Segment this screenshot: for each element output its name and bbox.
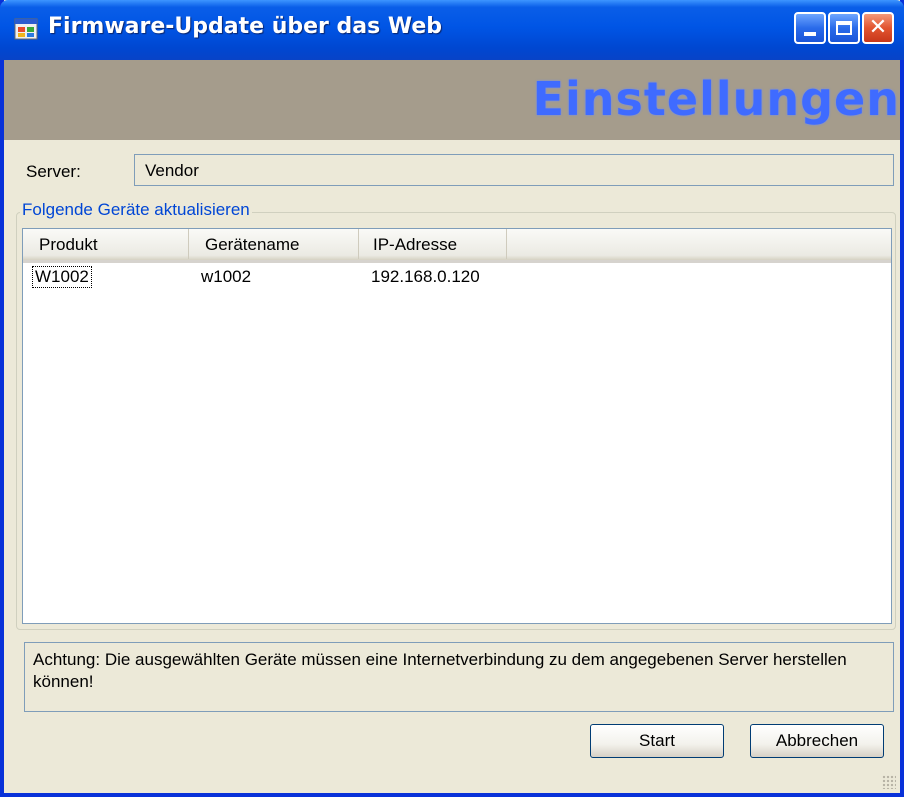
column-header-geraetename[interactable]: Gerätename [189, 229, 359, 259]
listview-header: Produkt Gerätename IP-Adresse [23, 229, 891, 263]
window-title: Firmware-Update über das Web [48, 14, 443, 39]
cell-produkt: W1002 [32, 266, 92, 288]
close-button[interactable]: ✕ [862, 12, 894, 44]
cell-geraetename: w1002 [201, 267, 252, 286]
minimize-button[interactable] [794, 12, 826, 44]
cancel-button[interactable]: Abbrechen [750, 724, 884, 758]
devices-group-legend: Folgende Geräte aktualisieren [20, 200, 252, 220]
server-label: Server: [26, 162, 81, 181]
close-icon: ✕ [868, 15, 888, 40]
maximize-button[interactable] [828, 12, 860, 44]
server-field[interactable]: Vendor [134, 154, 894, 186]
minimize-icon [804, 32, 816, 36]
devices-listview[interactable]: Produkt Gerätename IP-Adresse W1002 w100… [22, 228, 892, 624]
header-title: Einstellungen [532, 72, 900, 126]
start-button[interactable]: Start [590, 724, 724, 758]
main-window: Firmware-Update über das Web ✕ Einstellu… [0, 0, 904, 797]
column-header-produkt[interactable]: Produkt [23, 229, 189, 259]
resize-grip[interactable] [882, 775, 896, 789]
maximize-icon [836, 21, 852, 35]
title-bar[interactable]: Firmware-Update über das Web ✕ [0, 0, 904, 60]
column-header-ip-adresse[interactable]: IP-Adresse [359, 229, 507, 259]
cell-ip-adresse: 192.168.0.120 [371, 267, 480, 286]
header-band: Einstellungen [4, 60, 900, 140]
table-row[interactable]: W1002 w1002 192.168.0.120 [23, 265, 891, 291]
app-window-icon [14, 18, 38, 40]
warning-message: Achtung: Die ausgewählten Geräte müssen … [24, 642, 894, 712]
